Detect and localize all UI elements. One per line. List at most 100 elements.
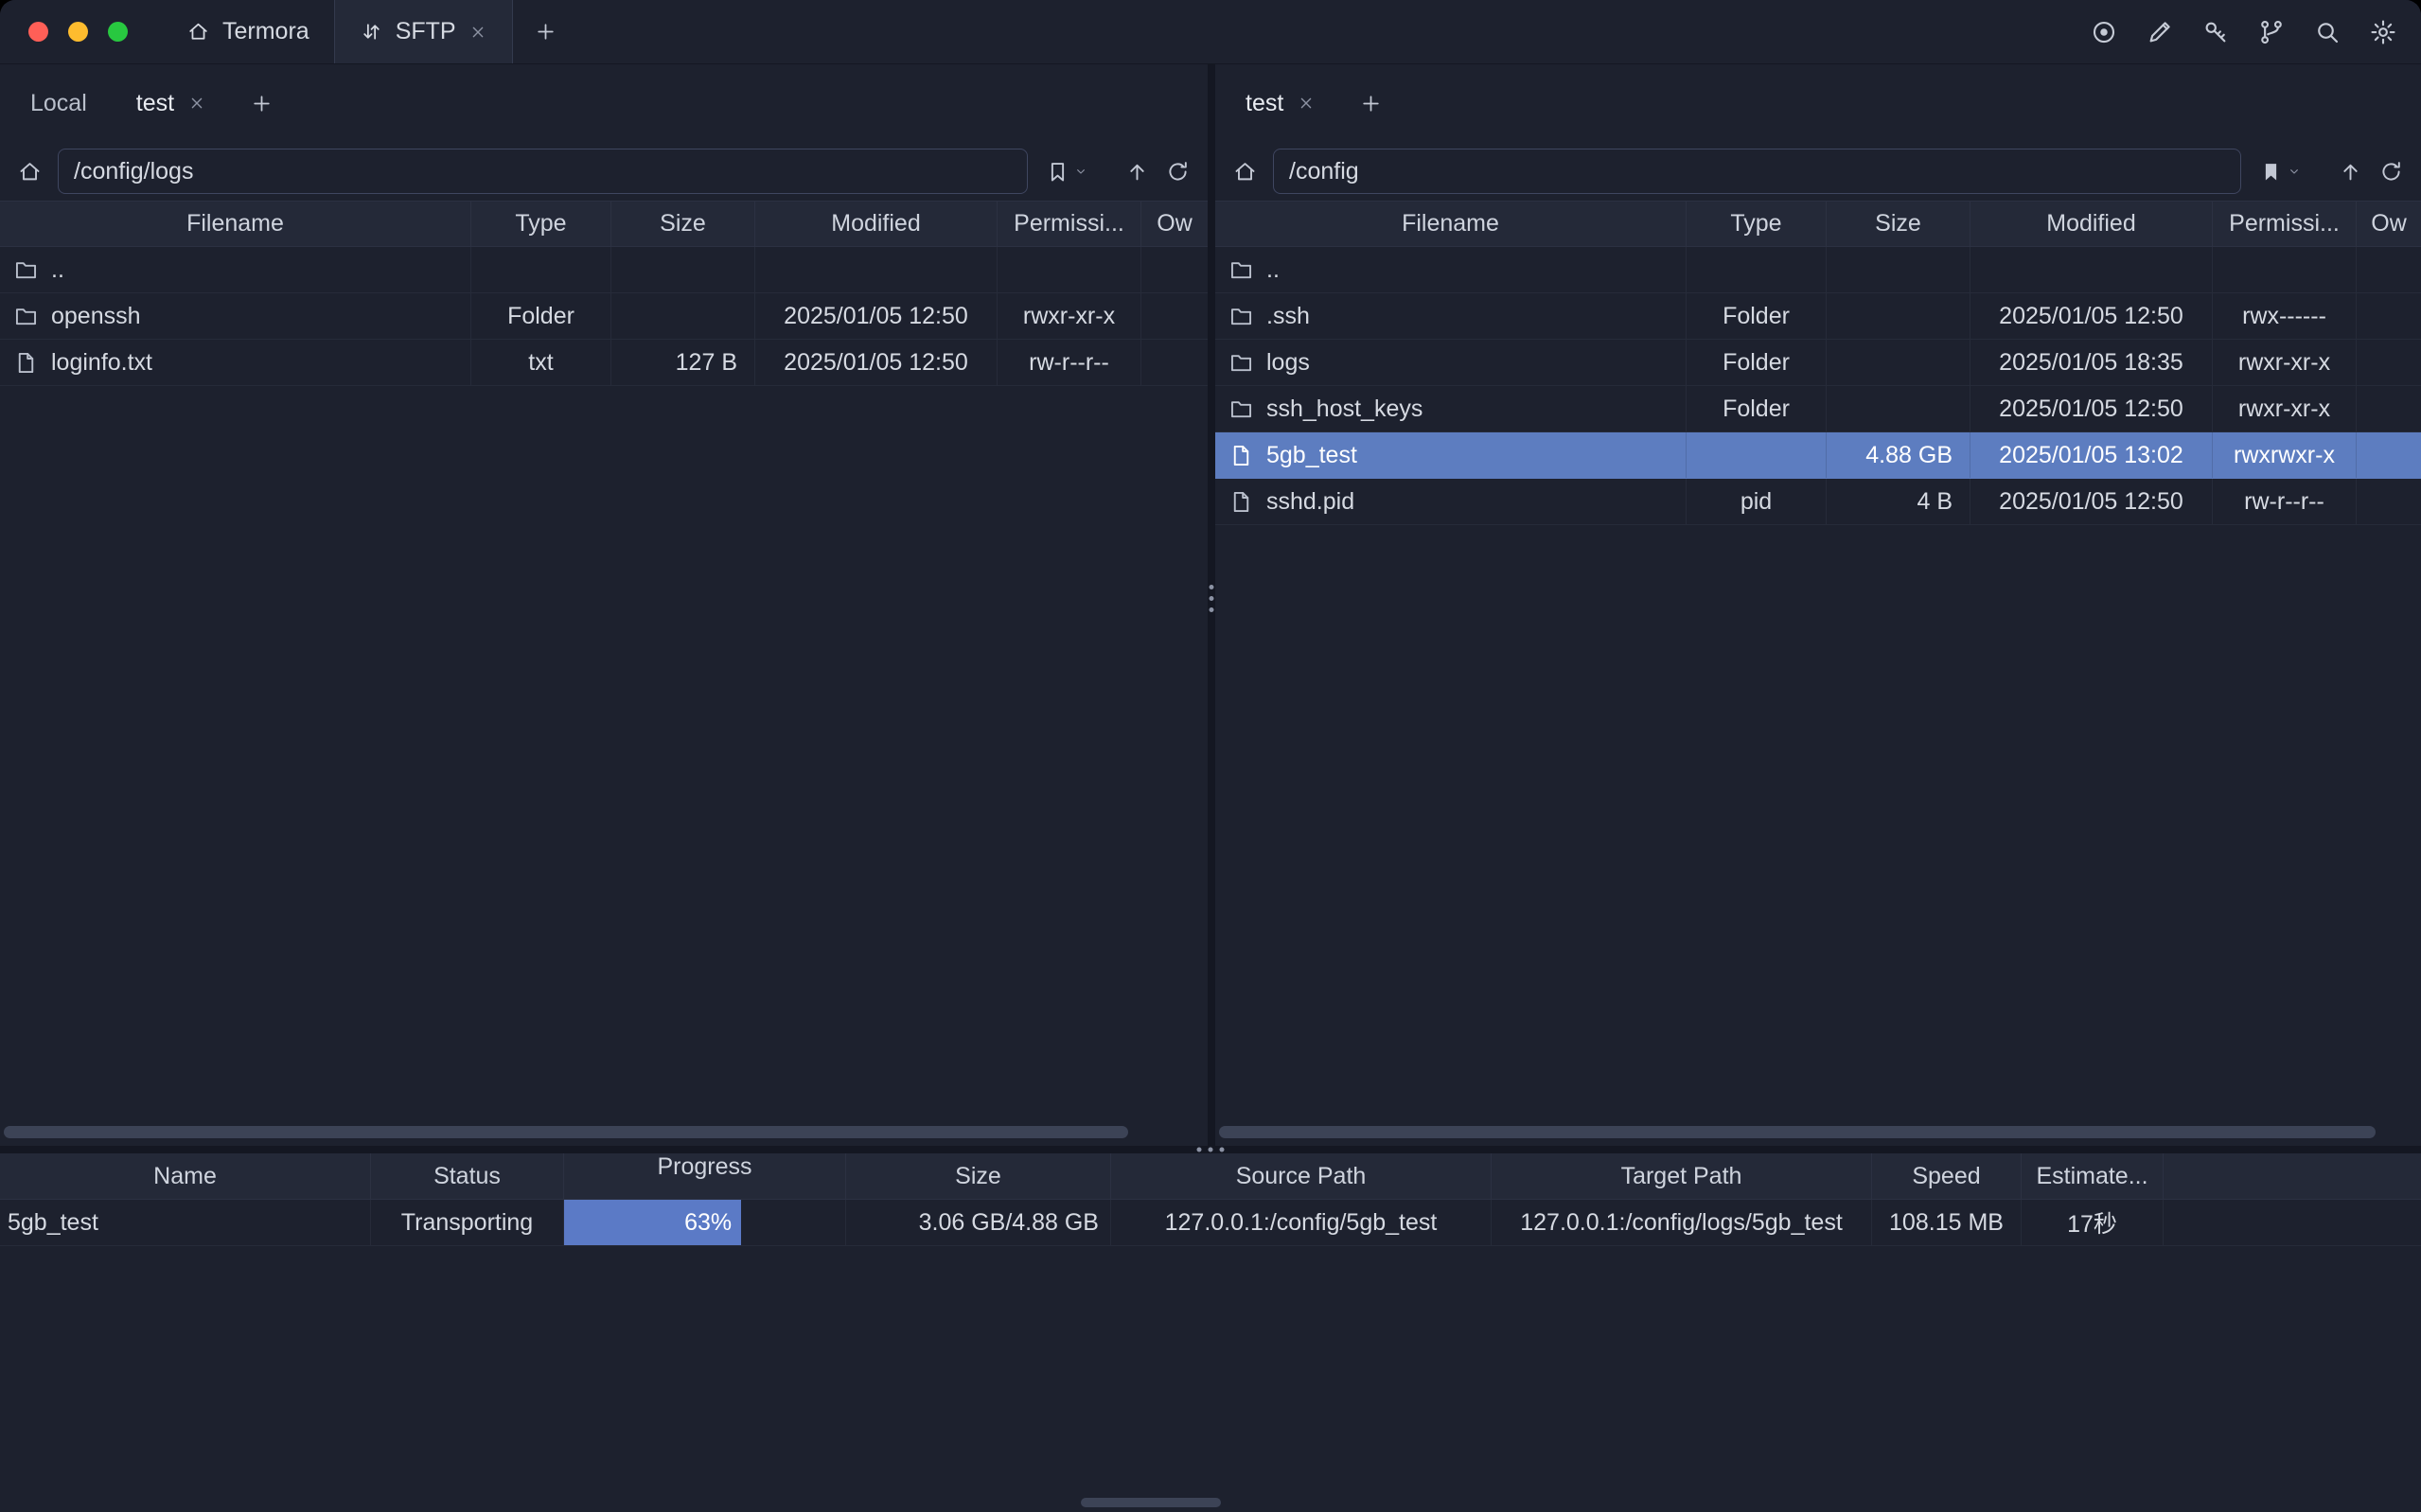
file-type: Folder (1687, 293, 1827, 339)
file-table-header: Filename Type Size Modified Permissi... … (0, 201, 1208, 247)
keys-button[interactable] (2199, 15, 2233, 49)
zoom-window-button[interactable] (108, 22, 128, 42)
close-icon[interactable] (1297, 94, 1316, 113)
column-header-permissions[interactable]: Permissi... (998, 202, 1141, 246)
new-tab-button[interactable] (513, 0, 578, 63)
record-button[interactable] (2087, 15, 2121, 49)
column-header-progress[interactable]: Progress (564, 1153, 846, 1199)
caret-down-icon (1073, 164, 1088, 179)
minimize-window-button[interactable] (68, 22, 88, 42)
progress-label: 63% (684, 1209, 732, 1237)
file-name: sshd.pid (1266, 488, 1354, 516)
sftp-split-view: Local test (0, 64, 2421, 1146)
search-button[interactable] (2310, 15, 2344, 49)
file-permissions: rwxr-xr-x (998, 293, 1141, 339)
home-icon[interactable] (1232, 159, 1258, 185)
parent-directory-button[interactable] (2338, 159, 2363, 185)
settings-button[interactable] (2366, 15, 2400, 49)
file-name: .ssh (1266, 303, 1310, 330)
tab-termora[interactable]: Termora (162, 0, 334, 63)
file-owner (2357, 386, 2421, 431)
folder-icon (1228, 257, 1254, 283)
parent-directory-button[interactable] (1124, 159, 1150, 185)
column-header-size[interactable]: Size (611, 202, 755, 246)
edit-button[interactable] (2143, 15, 2177, 49)
column-header-type[interactable]: Type (1687, 202, 1827, 246)
traffic-lights (0, 0, 162, 63)
table-row[interactable]: .. (0, 247, 1208, 293)
transfer-arrows-icon (360, 20, 383, 44)
column-header-owner[interactable]: Ow (2357, 202, 2421, 246)
column-header-type[interactable]: Type (471, 202, 611, 246)
file-owner (1141, 340, 1208, 385)
bookmark-button[interactable] (2256, 157, 2304, 186)
column-header-speed[interactable]: Speed (1872, 1153, 2022, 1199)
file-permissions: rwxrwxr-x (2213, 432, 2357, 478)
titlebar: Termora SFTP (0, 0, 2421, 64)
transfer-name: 5gb_test (0, 1200, 371, 1245)
tab-local[interactable]: Local (6, 64, 112, 142)
table-row[interactable]: .. (1215, 247, 2421, 293)
bookmark-button[interactable] (1043, 157, 1090, 186)
file-owner (2357, 340, 2421, 385)
scrollbar-thumb[interactable] (1219, 1126, 2376, 1138)
record-icon (2090, 18, 2118, 46)
table-row-selected[interactable]: 5gb_test 4.88 GB 2025/01/05 13:02 rwxrwx… (1215, 432, 2421, 479)
file-size (1827, 247, 1970, 292)
file-modified: 2025/01/05 12:50 (1970, 386, 2213, 431)
table-row[interactable]: openssh Folder 2025/01/05 12:50 rwxr-xr-… (0, 293, 1208, 340)
file-type (471, 247, 611, 292)
column-header-status[interactable]: Status (371, 1153, 564, 1199)
file-permissions: rw-r--r-- (2213, 479, 2357, 524)
table-row[interactable]: .ssh Folder 2025/01/05 12:50 rwx------ (1215, 293, 2421, 340)
column-header-target-path[interactable]: Target Path (1492, 1153, 1872, 1199)
close-icon[interactable] (187, 94, 206, 113)
tab-test[interactable]: test (112, 64, 231, 142)
scrollbar-thumb[interactable] (4, 1126, 1128, 1138)
tab-test[interactable]: test (1221, 64, 1340, 142)
plus-icon (1359, 92, 1383, 115)
file-size (1827, 386, 1970, 431)
column-header-source-path[interactable]: Source Path (1111, 1153, 1492, 1199)
left-panel-tabs: Local test (0, 64, 1208, 142)
refresh-button[interactable] (1165, 159, 1191, 185)
column-header-modified[interactable]: Modified (755, 202, 998, 246)
close-icon[interactable] (468, 23, 487, 42)
file-name: .. (1266, 256, 1280, 284)
column-header-filename[interactable]: Filename (0, 202, 471, 246)
folder-icon (13, 304, 39, 329)
home-icon[interactable] (17, 159, 43, 185)
table-row[interactable]: sshd.pid pid 4 B 2025/01/05 12:50 rw-r--… (1215, 479, 2421, 525)
transfer-size: 3.06 GB/4.88 GB (846, 1200, 1111, 1245)
table-row[interactable]: ssh_host_keys Folder 2025/01/05 12:50 rw… (1215, 386, 2421, 432)
path-input[interactable] (1273, 149, 2241, 194)
column-header-permissions[interactable]: Permissi... (2213, 202, 2357, 246)
file-size (1827, 340, 1970, 385)
tab-label: Local (30, 90, 87, 117)
snippets-button[interactable] (2254, 15, 2288, 49)
column-header-owner[interactable]: Ow (1141, 202, 1208, 246)
file-permissions: rwx------ (2213, 293, 2357, 339)
file-owner (2357, 479, 2421, 524)
close-window-button[interactable] (28, 22, 48, 42)
column-header-size[interactable]: Size (846, 1153, 1111, 1199)
new-panel-tab-button[interactable] (231, 92, 292, 115)
transfer-row[interactable]: 5gb_test Transporting 63% 3.06 GB/4.88 G… (0, 1200, 2421, 1246)
column-header-modified[interactable]: Modified (1970, 202, 2213, 246)
table-row[interactable]: logs Folder 2025/01/05 18:35 rwxr-xr-x (1215, 340, 2421, 386)
new-panel-tab-button[interactable] (1340, 92, 1402, 115)
bottom-scrollbar-thumb[interactable] (1081, 1498, 1221, 1507)
tab-sftp[interactable]: SFTP (334, 0, 513, 63)
refresh-button[interactable] (2378, 159, 2404, 185)
path-input[interactable] (58, 149, 1028, 194)
file-permissions: rwxr-xr-x (2213, 340, 2357, 385)
column-header-name[interactable]: Name (0, 1153, 371, 1199)
column-header-filename[interactable]: Filename (1215, 202, 1687, 246)
column-header-size[interactable]: Size (1827, 202, 1970, 246)
table-row[interactable]: loginfo.txt txt 127 B 2025/01/05 12:50 r… (0, 340, 1208, 386)
column-header-filler (2164, 1153, 2421, 1199)
transfers-splitter[interactable] (0, 1146, 2421, 1153)
key-icon (2201, 18, 2230, 46)
panel-splitter[interactable] (1208, 64, 1215, 1146)
column-header-estimate[interactable]: Estimate... (2022, 1153, 2164, 1199)
